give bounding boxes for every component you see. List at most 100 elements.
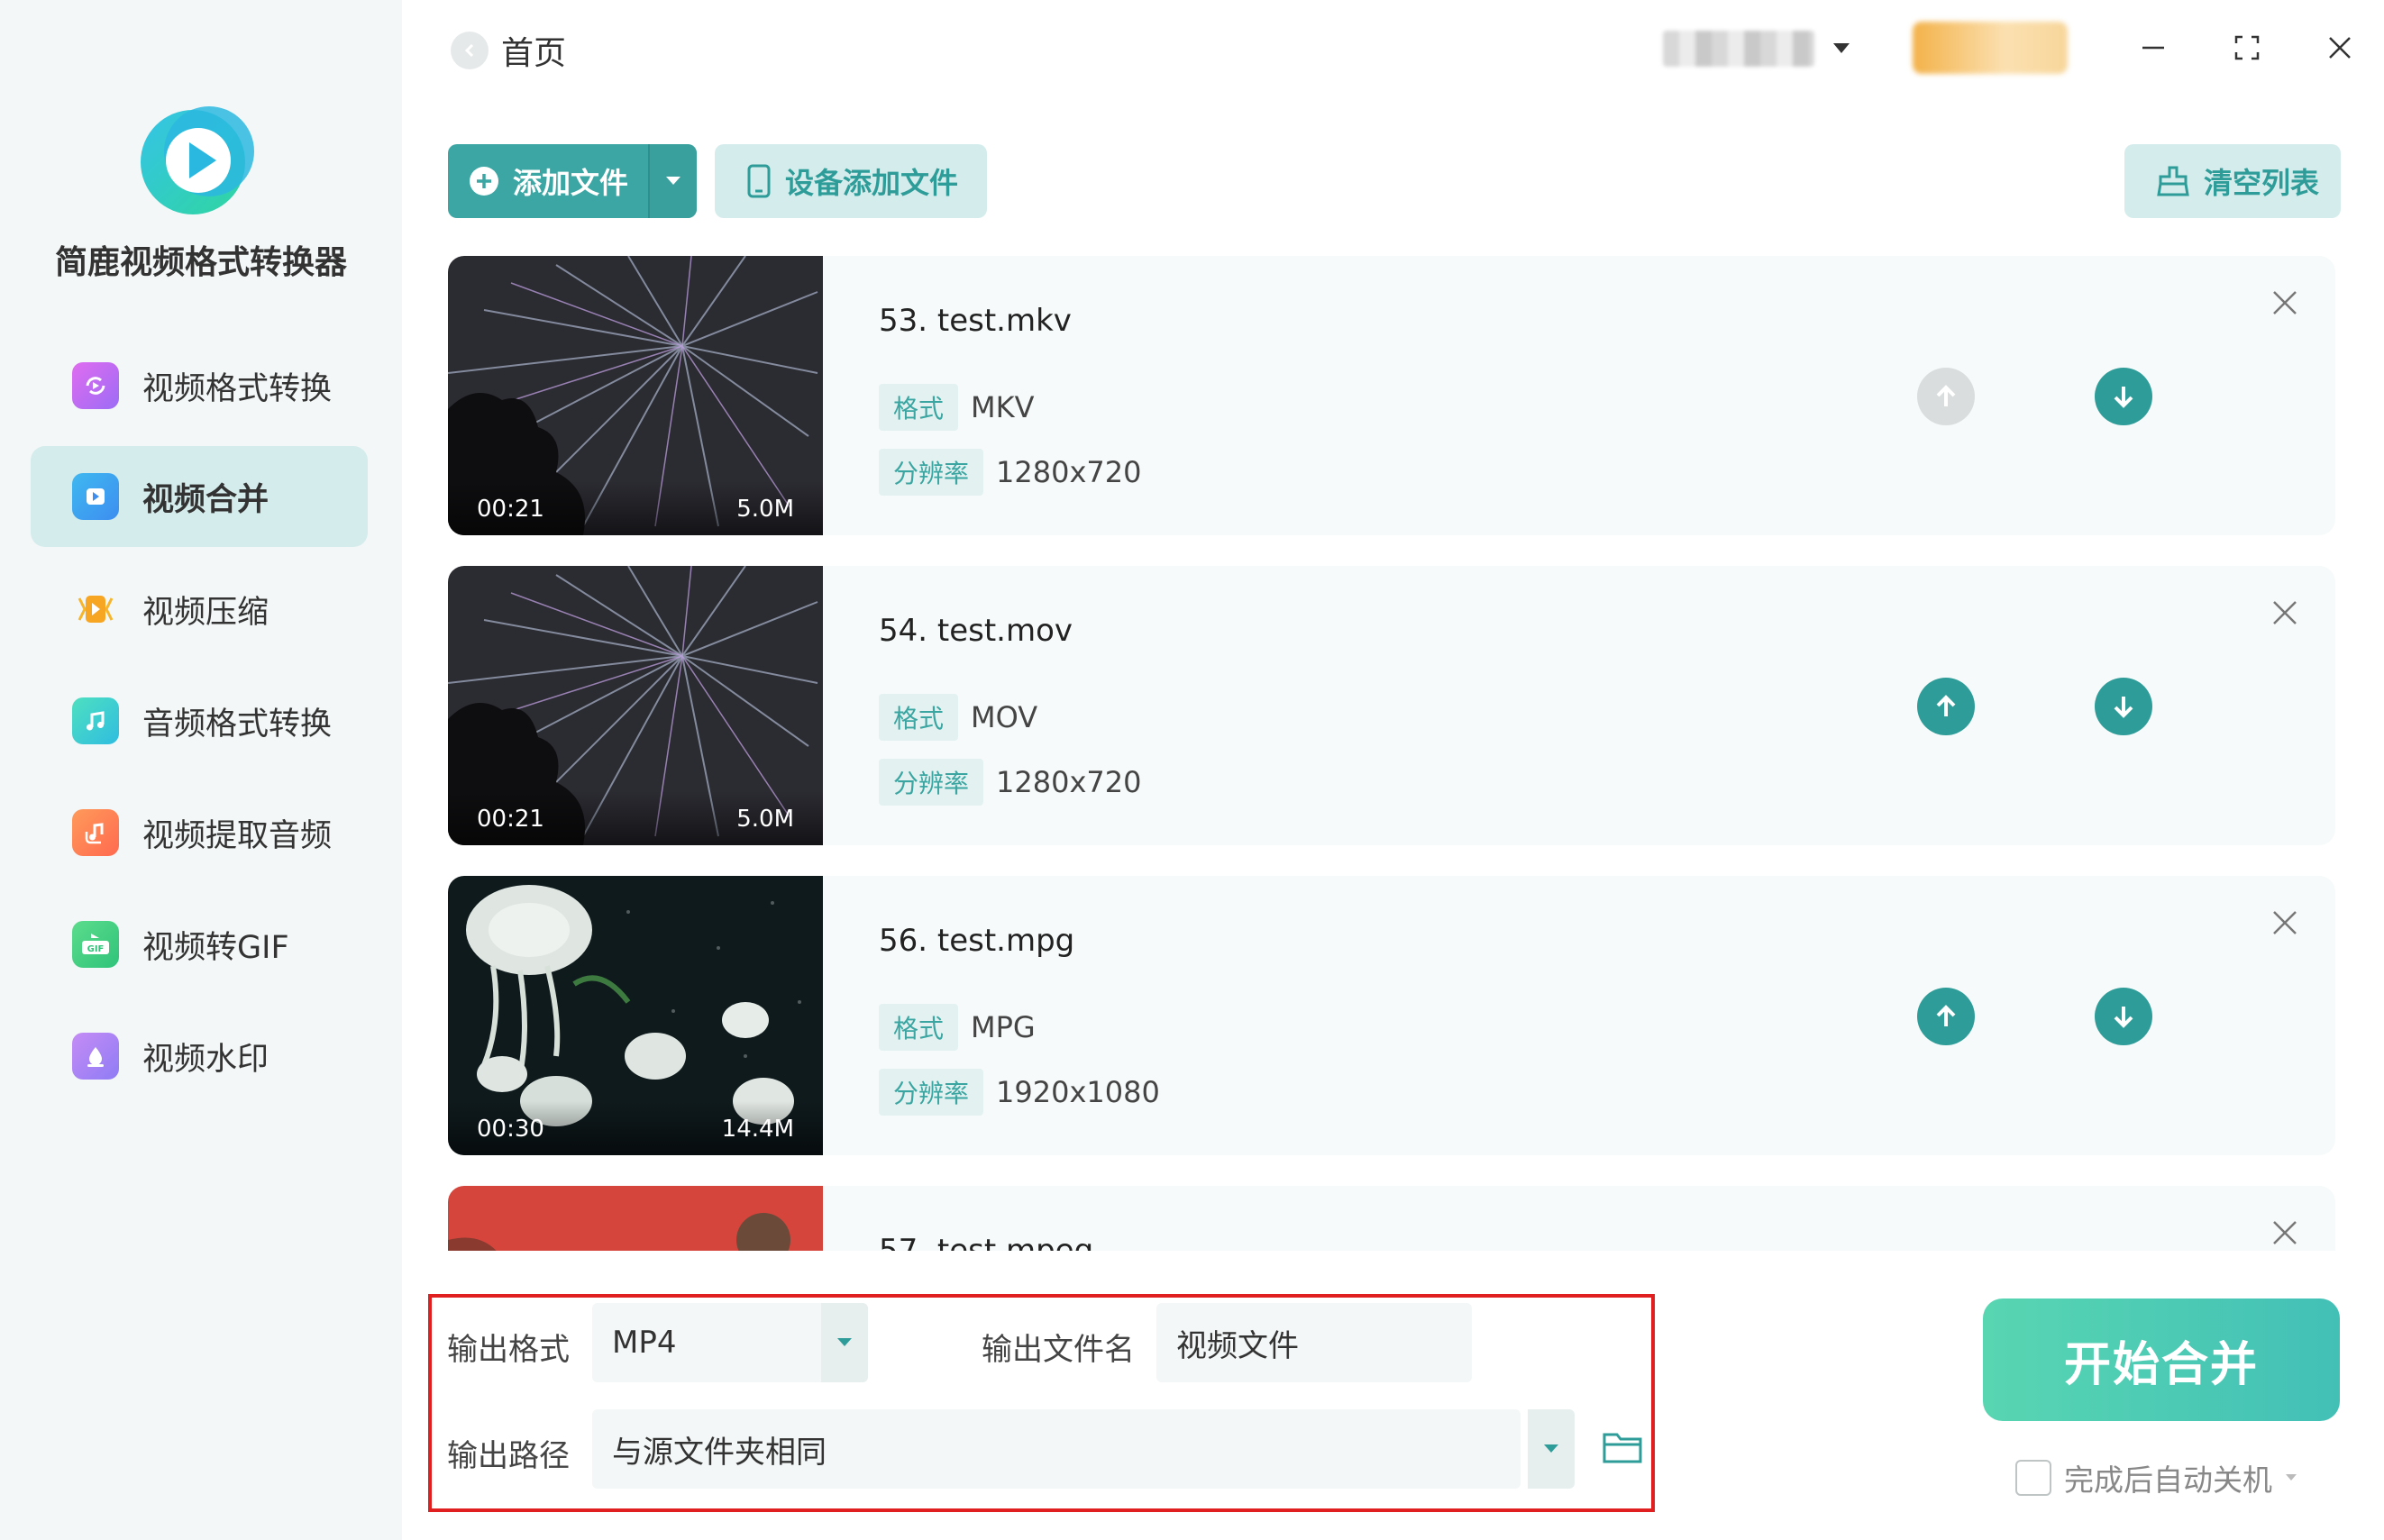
sidebar-item-label: 视频格式转换 <box>142 370 333 407</box>
home-link[interactable]: 首页 <box>451 27 566 74</box>
file-card: 00:21 5.0M 53. test.mkv 格式 MKV 分辨率 1280x… <box>448 256 2335 535</box>
resolution-row: 分辨率 1280x720 <box>879 449 1141 496</box>
file-name: 57. test.mpeg <box>879 1233 1094 1251</box>
broom-icon <box>2157 166 2189 196</box>
auto-shutdown-label: 完成后自动关机 <box>2064 1463 2272 1498</box>
home-label: 首页 <box>501 35 567 72</box>
video-duration: 00:21 <box>477 496 544 523</box>
video-compress-icon <box>72 586 119 633</box>
file-card: 00:21 5.0M 54. test.mov 格式 MOV 分辨率 1280x… <box>448 566 2335 845</box>
output-path-dropdown[interactable] <box>1528 1409 1575 1489</box>
move-up-button[interactable] <box>1917 988 1975 1045</box>
chevron-down-icon <box>1544 1444 1558 1453</box>
resolution-tag: 分辨率 <box>879 759 984 806</box>
maximize-button[interactable] <box>2226 27 2268 68</box>
video-thumbnail[interactable]: 00:30 14.4M <box>448 876 823 1155</box>
move-down-button[interactable] <box>2095 678 2152 735</box>
chevron-down-icon <box>837 1338 852 1346</box>
auto-shutdown-option[interactable]: 完成后自动关机 <box>2015 1456 2299 1499</box>
video-size: 14.4M <box>721 1116 794 1143</box>
sidebar-item-audio-convert[interactable]: 音频格式转换 <box>31 670 368 771</box>
vip-badge[interactable] <box>1913 22 2068 74</box>
output-format-label: 输出格式 <box>447 1332 570 1368</box>
audio-convert-icon <box>72 697 119 744</box>
arrow-down-icon <box>2114 387 2133 408</box>
add-file-dropdown[interactable] <box>648 144 697 218</box>
add-file-label: 添加文件 <box>513 166 629 200</box>
sidebar-item-watermark[interactable]: 视频水印 <box>31 1006 368 1107</box>
move-up-button[interactable] <box>1917 368 1975 425</box>
sidebar-item-video-merge[interactable]: 视频合并 <box>31 446 368 547</box>
user-account-name[interactable] <box>1663 31 1814 67</box>
remove-file-icon[interactable] <box>2269 1217 2301 1249</box>
format-value: MKV <box>971 390 1035 424</box>
back-arrow-icon <box>451 32 489 69</box>
output-format-dropdown[interactable] <box>821 1303 868 1382</box>
output-filename-value: 视频文件 <box>1176 1327 1299 1364</box>
sidebar-item-label: 视频水印 <box>142 1041 269 1078</box>
video-size: 5.0M <box>736 806 794 833</box>
arrow-down-icon <box>2114 697 2133 718</box>
sidebar-item-label: 视频提取音频 <box>142 817 333 854</box>
video-duration: 00:21 <box>477 806 544 833</box>
resolution-row: 分辨率 1920x1080 <box>879 1069 1160 1116</box>
watermark-icon <box>72 1033 119 1080</box>
video-thumbnail[interactable] <box>448 1186 823 1251</box>
sidebar-item-video-compress[interactable]: 视频压缩 <box>31 559 368 660</box>
arrow-down-icon <box>2114 1007 2133 1028</box>
sidebar-item-video-convert[interactable]: 视频格式转换 <box>31 335 368 436</box>
chevron-down-icon[interactable] <box>2283 1472 2299 1483</box>
clear-list-button[interactable]: 清空列表 <box>2124 144 2341 218</box>
output-path-label: 输出路径 <box>447 1438 570 1474</box>
file-name: 53. test.mkv <box>879 303 1072 339</box>
remove-file-icon[interactable] <box>2269 287 2301 319</box>
resolution-row: 分辨率 1280x720 <box>879 759 1141 806</box>
resolution-value: 1280x720 <box>996 455 1142 489</box>
output-filename-input[interactable]: 视频文件 <box>1156 1303 1472 1382</box>
sidebar-item-label: 视频合并 <box>142 481 269 518</box>
resolution-value: 1920x1080 <box>996 1075 1160 1109</box>
arrow-up-icon <box>1936 695 1956 716</box>
video-thumbnail[interactable]: 00:21 5.0M <box>448 256 823 535</box>
move-down-button[interactable] <box>2095 988 2152 1045</box>
add-file-button[interactable]: 添加文件 <box>448 144 697 218</box>
format-tag: 格式 <box>879 384 959 431</box>
start-merge-button[interactable]: 开始合并 <box>1983 1299 2340 1421</box>
file-card: 00:30 14.4M 56. test.mpg 格式 MPG 分辨率 1920… <box>448 876 2335 1155</box>
user-menu-caret-icon[interactable] <box>1833 43 1850 53</box>
svg-text:GIF: GIF <box>87 944 105 954</box>
output-format-value: MP4 <box>612 1325 677 1361</box>
output-path-select[interactable]: 与源文件夹相同 <box>592 1409 1521 1489</box>
format-value: MPG <box>971 1010 1036 1044</box>
device-add-file-button[interactable]: 设备添加文件 <box>715 144 987 218</box>
output-settings-panel: 输出格式 MP4 输出文件名 视频文件 输出路径 与源文件夹相同 <box>428 1294 1655 1512</box>
file-name: 56. test.mpg <box>879 923 1075 959</box>
format-tag: 格式 <box>879 694 959 741</box>
folder-icon <box>1603 1433 1642 1463</box>
app-name: 简鹿视频格式转换器 <box>54 244 347 281</box>
sidebar-item-video-to-gif[interactable]: GIF 视频转GIF <box>31 894 368 995</box>
auto-shutdown-checkbox[interactable] <box>2015 1460 2051 1496</box>
device-add-file-label: 设备添加文件 <box>785 166 959 200</box>
format-tag: 格式 <box>879 1004 959 1051</box>
sidebar: 简鹿视频格式转换器 视频格式转换 视频合并 视频压缩 音频格式转换 视频提取音频… <box>0 0 402 1540</box>
file-name: 54. test.mov <box>879 613 1073 649</box>
video-thumbnail[interactable]: 00:21 5.0M <box>448 566 823 845</box>
chevron-down-icon <box>666 177 680 185</box>
arrow-up-icon <box>1936 1005 1956 1026</box>
arrow-up-icon <box>1936 385 1956 406</box>
open-folder-button[interactable] <box>1601 1427 1644 1467</box>
move-down-button[interactable] <box>2095 368 2152 425</box>
start-merge-label: 开始合并 <box>2063 1337 2259 1392</box>
resolution-tag: 分辨率 <box>879 1069 984 1116</box>
minimize-button[interactable] <box>2133 27 2174 68</box>
move-up-button[interactable] <box>1917 678 1975 735</box>
close-window-button[interactable] <box>2319 27 2361 68</box>
remove-file-icon[interactable] <box>2269 907 2301 939</box>
sidebar-item-label: 视频压缩 <box>142 594 269 631</box>
phone-icon <box>747 164 771 198</box>
add-file-main[interactable]: 添加文件 <box>448 144 648 218</box>
extract-audio-icon <box>72 809 119 856</box>
sidebar-item-extract-audio[interactable]: 视频提取音频 <box>31 782 368 883</box>
remove-file-icon[interactable] <box>2269 597 2301 629</box>
